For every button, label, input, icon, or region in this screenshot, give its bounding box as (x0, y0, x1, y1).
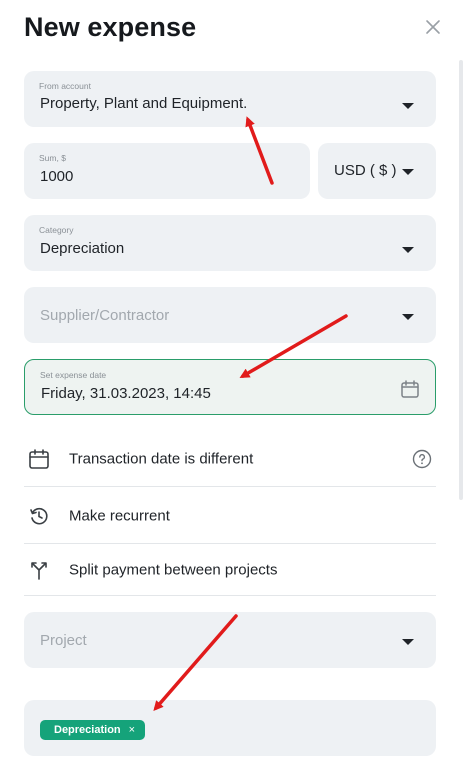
category-value: Depreciation (40, 240, 125, 257)
project-select[interactable]: Project (24, 612, 436, 668)
project-placeholder: Project (40, 632, 87, 649)
chevron-down-icon (402, 314, 414, 320)
close-icon[interactable] (424, 18, 442, 36)
chevron-down-icon (402, 103, 414, 109)
make-recurrent-label: Make recurrent (69, 507, 170, 524)
split-payment-label: Split payment between projects (69, 561, 278, 578)
expense-date-field[interactable]: Set expense date Friday, 31.03.2023, 14:… (24, 359, 436, 415)
scrollbar[interactable] (459, 60, 463, 500)
supplier-placeholder: Supplier/Contractor (40, 307, 170, 324)
from-account-label: From account (39, 81, 91, 91)
tag-label: Depreciation (54, 724, 121, 736)
calendar-icon (29, 448, 49, 469)
split-payment-option[interactable]: Split payment between projects (24, 544, 436, 596)
split-icon (31, 561, 47, 580)
currency-value: USD ( $ ) (334, 162, 397, 179)
history-icon (30, 507, 48, 524)
page-title: New expense (24, 12, 197, 42)
tag-remove-icon[interactable]: × (129, 724, 135, 736)
transaction-date-option[interactable]: Transaction date is different (24, 431, 436, 487)
transaction-date-label: Transaction date is different (69, 450, 254, 467)
expense-date-value: Friday, 31.03.2023, 14:45 (41, 385, 211, 402)
chevron-down-icon (402, 169, 414, 175)
chevron-down-icon (402, 639, 414, 645)
tag-chip: Depreciation × (40, 720, 146, 740)
category-label: Category (39, 225, 74, 235)
from-account-value: Property, Plant and Equipment. (40, 95, 248, 112)
make-recurrent-option[interactable]: Make recurrent (24, 488, 436, 544)
sum-value: 1000 (40, 168, 74, 185)
currency-select[interactable]: USD ( $ ) (318, 143, 436, 199)
chevron-down-icon (402, 247, 414, 253)
supplier-select[interactable]: Supplier/Contractor (24, 287, 436, 343)
help-icon[interactable] (412, 449, 432, 469)
expense-date-label: Set expense date (40, 370, 107, 380)
from-account-select[interactable]: From account Property, Plant and Equipme… (24, 71, 436, 127)
category-select[interactable]: Category Depreciation (24, 215, 436, 271)
sum-label: Sum, $ (39, 153, 66, 163)
sum-field[interactable]: Sum, $ 1000 (24, 143, 310, 199)
calendar-icon[interactable] (400, 379, 420, 399)
